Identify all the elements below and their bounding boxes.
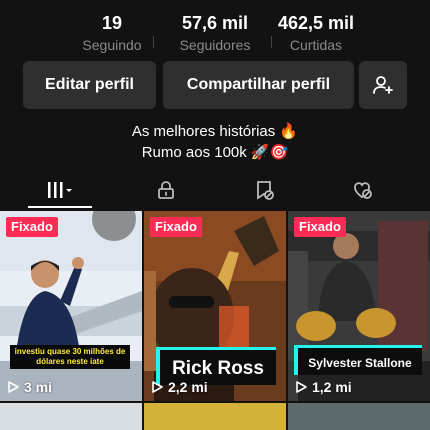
lock-icon bbox=[158, 181, 174, 199]
likes-count: 462,5 mil bbox=[277, 13, 355, 33]
pinned-badge: Fixado bbox=[294, 217, 346, 237]
liked-hidden-icon bbox=[354, 182, 372, 199]
profile-stats: 19 Seguindo 57,6 mil Seguidores 462,5 mi… bbox=[0, 12, 430, 56]
person-plus-icon bbox=[373, 76, 393, 94]
video-tile[interactable] bbox=[144, 403, 286, 430]
video-tile[interactable]: Fixado Sylvester Stallone 1,2 mi bbox=[288, 211, 430, 401]
following-label: Seguindo bbox=[82, 37, 142, 53]
profile-bio: As melhores histórias 🔥 Rumo aos 100k 🚀🎯 bbox=[0, 121, 430, 163]
tab-favorites[interactable] bbox=[224, 172, 304, 208]
view-count: 1,2 mi bbox=[294, 379, 352, 395]
view-count-value: 1,2 mi bbox=[312, 379, 352, 395]
play-icon bbox=[8, 381, 19, 393]
video-thumbnail bbox=[0, 211, 142, 401]
pinned-badge: Fixado bbox=[150, 217, 202, 237]
favorites-hidden-icon bbox=[257, 181, 274, 200]
video-caption: Sylvester Stallone bbox=[294, 345, 422, 375]
view-count-value: 2,2 mi bbox=[168, 379, 208, 395]
grid-icon bbox=[48, 182, 72, 198]
bio-line-1: As melhores histórias 🔥 bbox=[131, 123, 299, 140]
play-icon bbox=[152, 381, 163, 393]
play-icon bbox=[296, 381, 307, 393]
divider bbox=[153, 36, 154, 48]
video-tile[interactable]: Fixado Rick Ross 2,2 mi bbox=[144, 211, 286, 401]
pinned-badge: Fixado bbox=[6, 217, 58, 237]
view-count-value: 3 mi bbox=[24, 379, 53, 395]
tab-private[interactable] bbox=[126, 172, 206, 208]
stat-following[interactable]: 19 Seguindo bbox=[52, 12, 172, 55]
edit-profile-button[interactable]: Editar perfil bbox=[23, 61, 156, 109]
share-profile-button[interactable]: Compartilhar perfil bbox=[163, 61, 354, 109]
tab-liked[interactable] bbox=[322, 172, 402, 208]
stat-likes[interactable]: 462,5 mil Curtidas bbox=[256, 12, 376, 55]
view-count: 3 mi bbox=[6, 379, 52, 395]
following-count: 19 bbox=[101, 13, 123, 33]
add-friend-button[interactable] bbox=[359, 61, 407, 109]
likes-label: Curtidas bbox=[289, 37, 343, 53]
video-caption: investiu quase 30 milhões de dólares nes… bbox=[10, 345, 130, 369]
video-grid: Fixado investiu quase 30 milhões de dóla… bbox=[0, 211, 430, 430]
video-tile[interactable] bbox=[0, 403, 142, 430]
view-count: 2,2 mi bbox=[150, 379, 208, 395]
tab-videos[interactable] bbox=[28, 172, 92, 208]
profile-tabs bbox=[0, 172, 430, 208]
video-tile[interactable]: Fixado investiu quase 30 milhões de dóla… bbox=[0, 211, 142, 401]
video-tile[interactable] bbox=[288, 403, 430, 430]
bio-line-2: Rumo aos 100k 🚀🎯 bbox=[141, 144, 289, 161]
active-tab-underline bbox=[28, 206, 92, 208]
